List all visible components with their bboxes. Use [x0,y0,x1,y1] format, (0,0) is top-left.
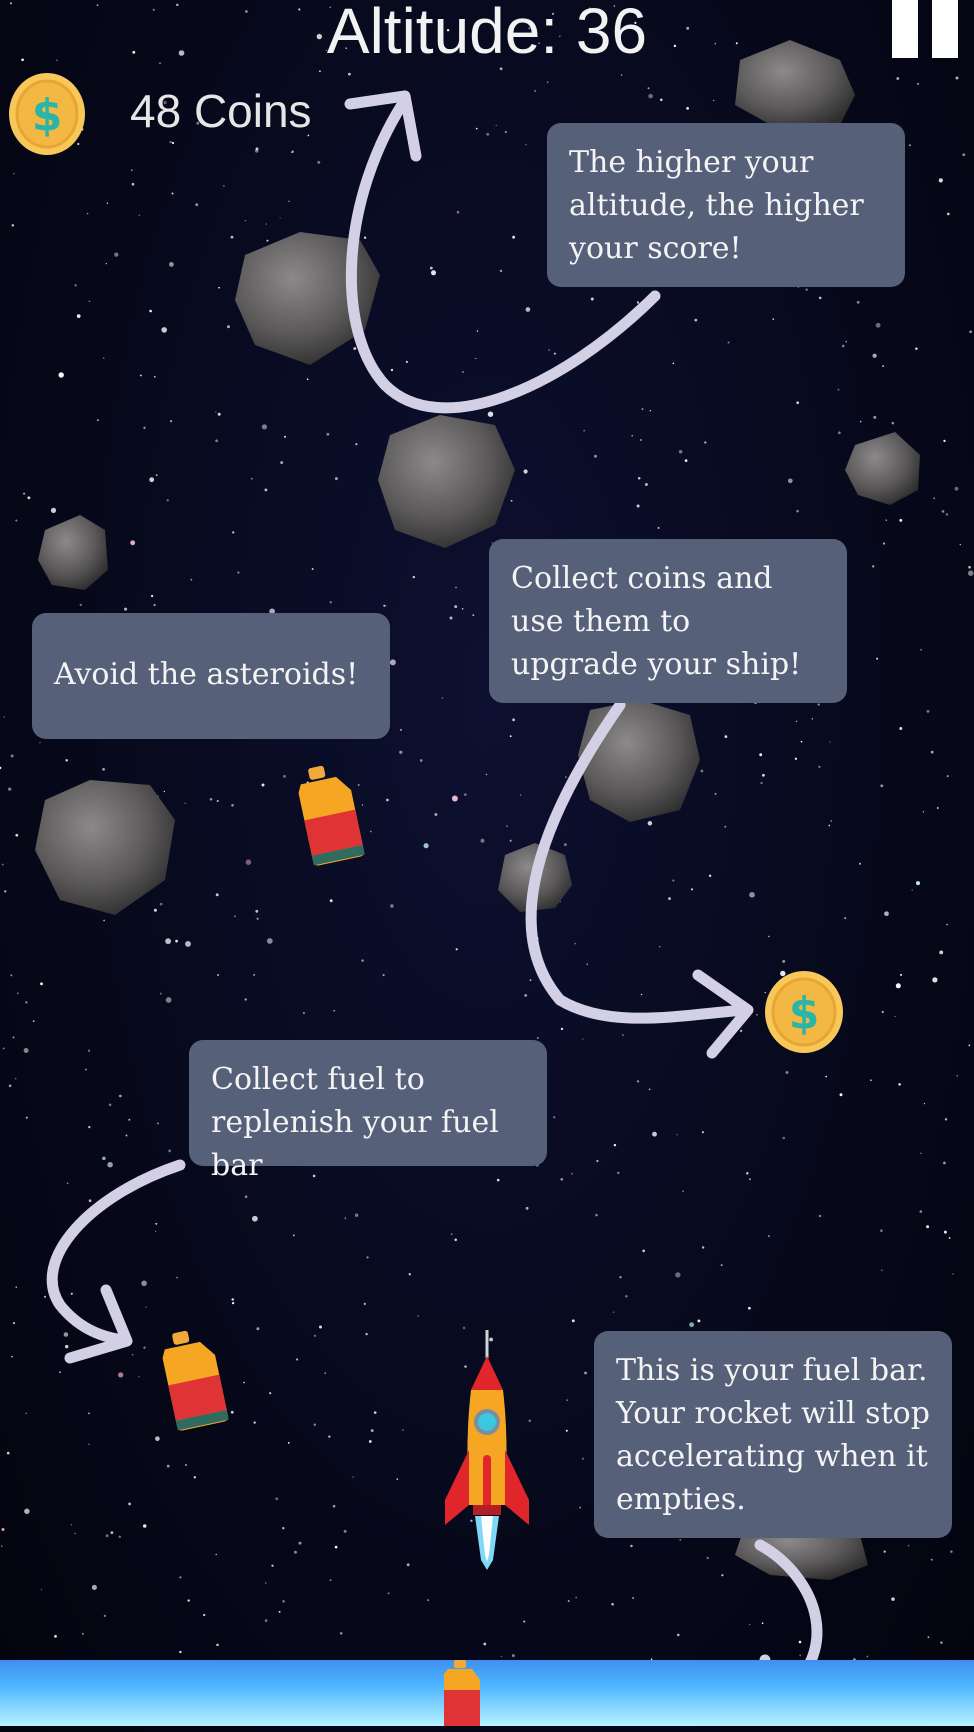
arrow-to-fuel [46,1159,186,1364]
rocket [443,1330,531,1574]
svg-text:$: $ [789,988,820,1039]
coin-pickup: $ [764,970,844,1058]
fuel-tip: Collect fuel to replenish your fuel bar [189,1040,547,1183]
altitude-tip: The higher your altitude, the higher you… [547,123,905,287]
fuel-bar-fill [0,1660,974,1726]
fuel-bar-tip: This is your fuel bar. Your rocket will … [594,1331,952,1538]
fuel-can-icon [442,1660,482,1730]
arrow-to-coin [525,699,754,1059]
coins-tip: Collect coins and use them to upgrade yo… [489,539,847,703]
asteroid-tip: Avoid the asteroids! [32,613,390,739]
game-scene: Altitude: 36 $ 48 Coins The higher your … [0,0,974,1732]
fuel-bar [0,1660,974,1726]
